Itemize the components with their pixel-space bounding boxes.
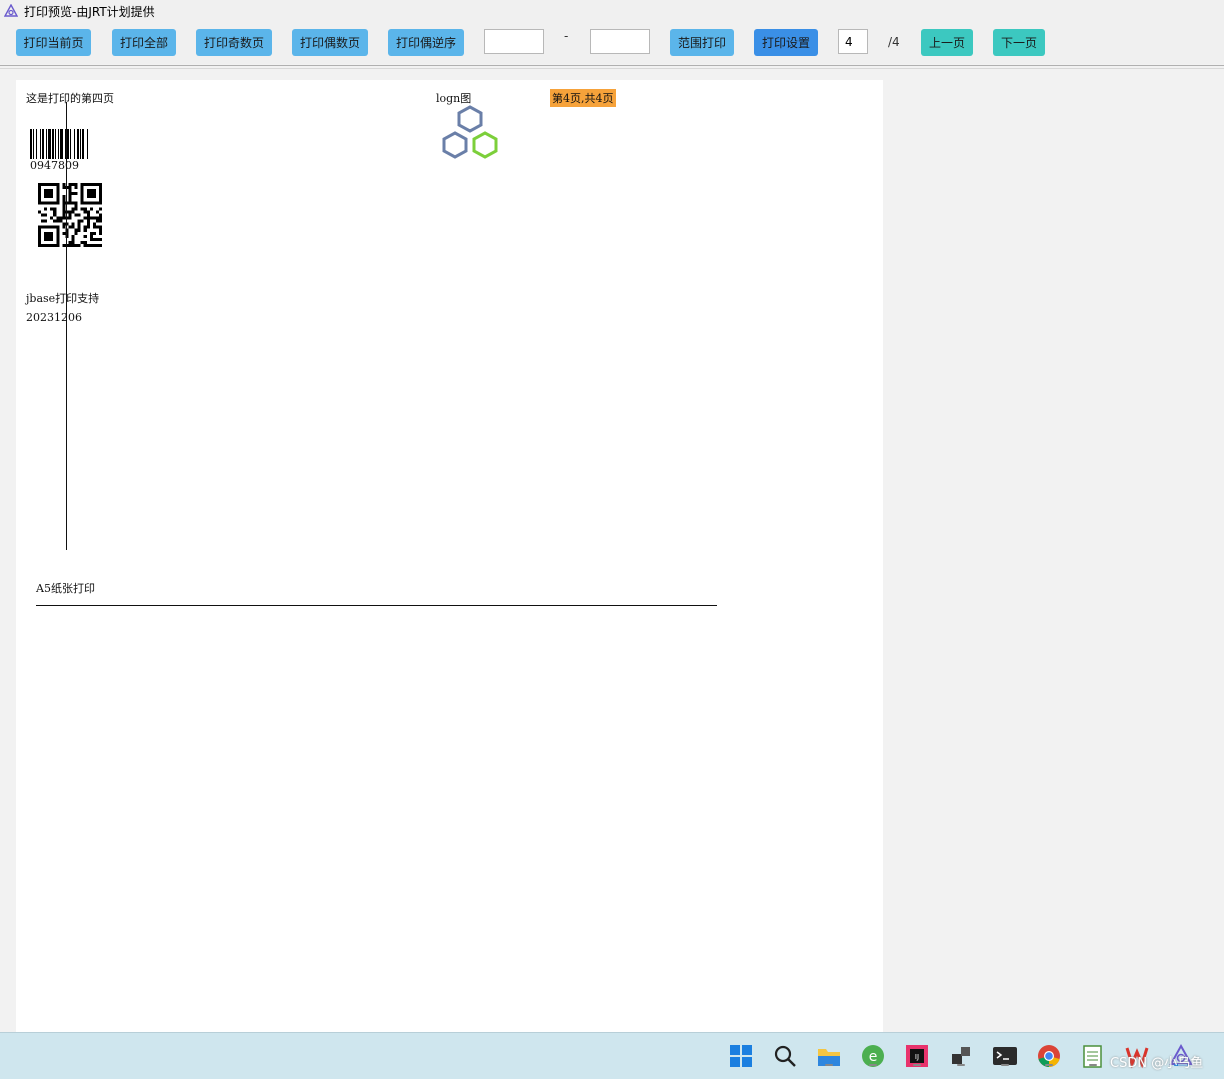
toolbar-divider-secondary (0, 68, 1224, 69)
qr-code-image (38, 183, 102, 247)
print-preview-page: 这是打印的第四页 logn图 第4页,共4页 0947809 jbase打印支持… (16, 80, 883, 1032)
page-count-badge: 第4页,共4页 (550, 89, 616, 107)
notepad-icon[interactable] (1080, 1043, 1106, 1069)
page-heading: 这是打印的第四页 (26, 92, 114, 105)
intellij-icon[interactable]: IJ (904, 1043, 930, 1069)
print-settings-button[interactable]: 打印设置 (754, 29, 818, 56)
watermark-text: CSDN @小乌鱼 (1110, 1056, 1204, 1071)
horizontal-rule (36, 605, 717, 606)
toolbar: 打印当前页 打印全部 打印奇数页 打印偶数页 打印偶逆序 - 范围打印 打印设置… (0, 22, 1224, 64)
barcode-number: 0947809 (30, 159, 79, 172)
next-page-button[interactable]: 下一页 (993, 29, 1045, 56)
task-view-icon[interactable] (948, 1043, 974, 1069)
range-separator: - (564, 29, 569, 43)
svg-text:e: e (869, 1049, 878, 1065)
range-to-input[interactable] (590, 29, 650, 54)
edge-browser-icon[interactable]: e (860, 1043, 886, 1069)
print-all-button[interactable]: 打印全部 (112, 29, 176, 56)
logo-label: logn图 (436, 92, 472, 105)
range-from-input[interactable] (484, 29, 544, 54)
print-even-pages-button[interactable]: 打印偶数页 (292, 29, 368, 56)
prev-page-button[interactable]: 上一页 (921, 29, 973, 56)
hexagon-logo-icon (442, 105, 498, 159)
paper-size-text: A5纸张打印 (36, 582, 95, 595)
date-text: 20231206 (26, 311, 82, 324)
svg-text:IJ: IJ (915, 1053, 919, 1061)
app-icon (4, 4, 18, 17)
page-total: /4 (888, 35, 900, 49)
print-current-page-button[interactable]: 打印当前页 (16, 29, 91, 56)
print-odd-pages-button[interactable]: 打印奇数页 (196, 29, 272, 56)
print-even-reverse-button[interactable]: 打印偶逆序 (388, 29, 464, 56)
terminal-icon[interactable] (992, 1043, 1018, 1069)
page-number-input[interactable] (838, 29, 868, 54)
windows-start-icon[interactable] (728, 1043, 754, 1069)
window-title: 打印预览-由JRT计划提供 (24, 5, 155, 19)
toolbar-divider (0, 65, 1224, 66)
support-text: jbase打印支持 (26, 292, 100, 305)
search-icon[interactable] (772, 1043, 798, 1069)
barcode-image (30, 129, 88, 159)
title-bar: 打印预览-由JRT计划提供 (0, 0, 1224, 22)
print-range-button[interactable]: 范围打印 (670, 29, 734, 56)
vertical-rule (66, 102, 67, 550)
file-explorer-icon[interactable] (816, 1043, 842, 1069)
taskbar: e IJ CSDN @小乌鱼 (0, 1032, 1224, 1079)
chrome-icon[interactable] (1036, 1043, 1062, 1069)
